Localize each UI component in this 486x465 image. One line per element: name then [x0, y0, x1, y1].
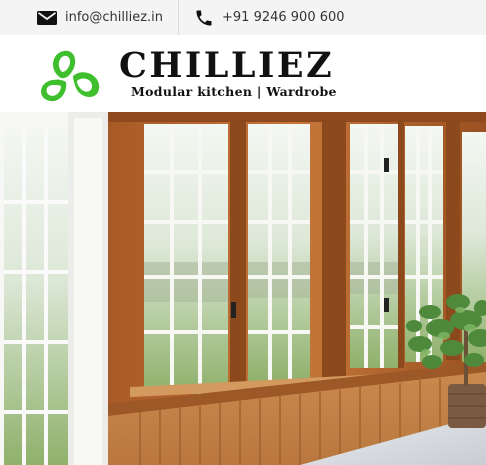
topbar-divider	[178, 0, 179, 35]
top-contact-bar: info@chilliez.in +91 9246 900 600	[0, 0, 486, 35]
brand-tagline: Modular kitchen | Wardrobe	[131, 84, 337, 99]
brand-name: CHILLIEZ	[119, 45, 335, 86]
three-leaf-logo[interactable]	[37, 45, 105, 105]
header-logo-area: CHILLIEZ Modular kitchen | Wardrobe	[0, 35, 486, 112]
envelope-icon	[37, 10, 57, 25]
hero-image	[0, 112, 486, 465]
phone-number[interactable]: +91 9246 900 600	[222, 10, 345, 25]
phone-contact[interactable]: +91 9246 900 600	[194, 0, 345, 35]
email-address[interactable]: info@chilliez.in	[65, 10, 163, 25]
email-contact[interactable]: info@chilliez.in	[37, 0, 163, 35]
phone-icon	[194, 8, 214, 28]
